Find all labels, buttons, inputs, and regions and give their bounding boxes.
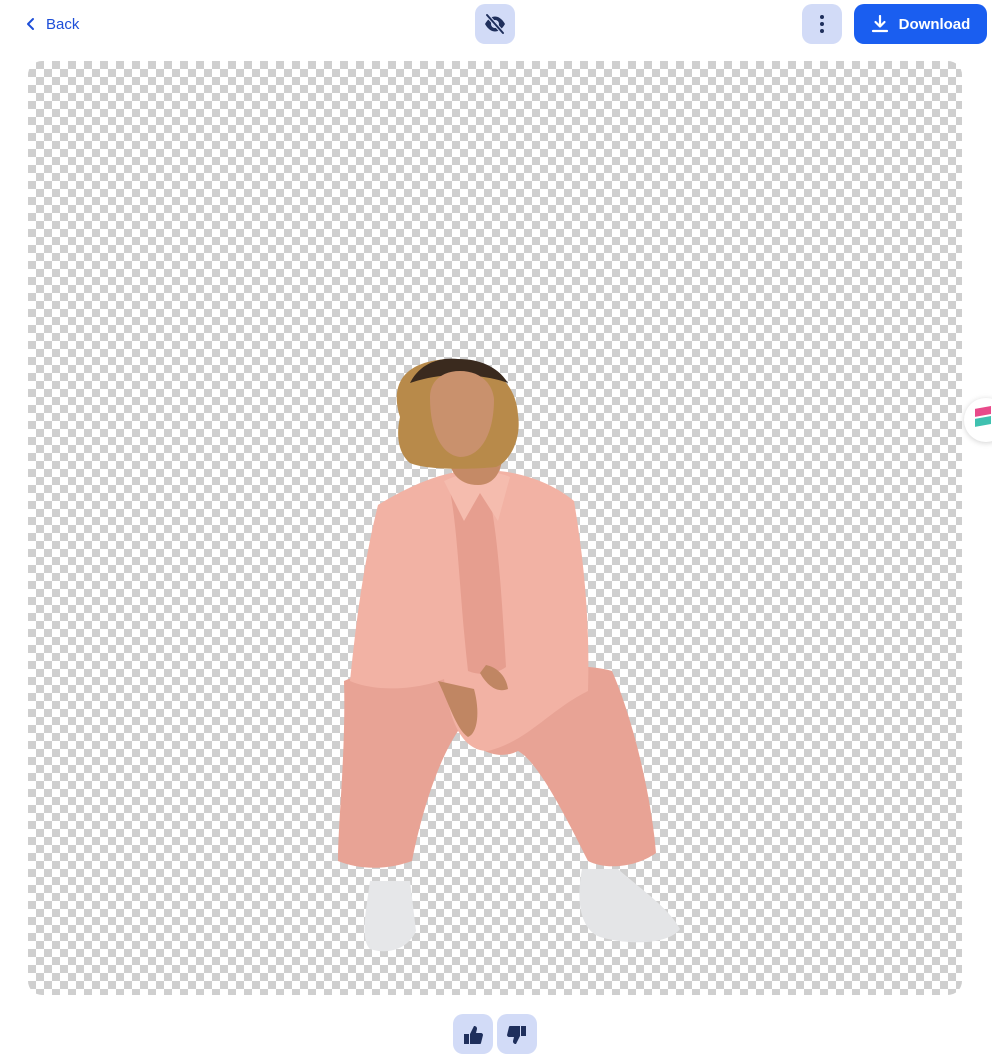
download-icon	[871, 15, 888, 33]
subject-cutout-image	[338, 358, 680, 952]
side-widget-button[interactable]	[964, 398, 992, 442]
back-link[interactable]: Back	[24, 12, 79, 36]
thumbs-up-button[interactable]	[453, 1014, 493, 1054]
back-label: Back	[46, 15, 80, 33]
image-canvas	[28, 61, 962, 995]
download-label: Download	[898, 15, 971, 33]
chevron-left-icon	[27, 18, 34, 30]
thumbs-up-icon	[464, 1026, 483, 1044]
download-button[interactable]: Download	[854, 4, 987, 44]
thumbs-down-icon	[507, 1026, 526, 1044]
toggle-original-button[interactable]	[475, 4, 515, 44]
more-options-button[interactable]	[802, 4, 842, 44]
more-vertical-icon	[820, 15, 824, 33]
stack-logo-icon	[975, 406, 991, 427]
eye-slash-icon	[485, 13, 505, 35]
thumbs-down-button[interactable]	[497, 1014, 537, 1054]
